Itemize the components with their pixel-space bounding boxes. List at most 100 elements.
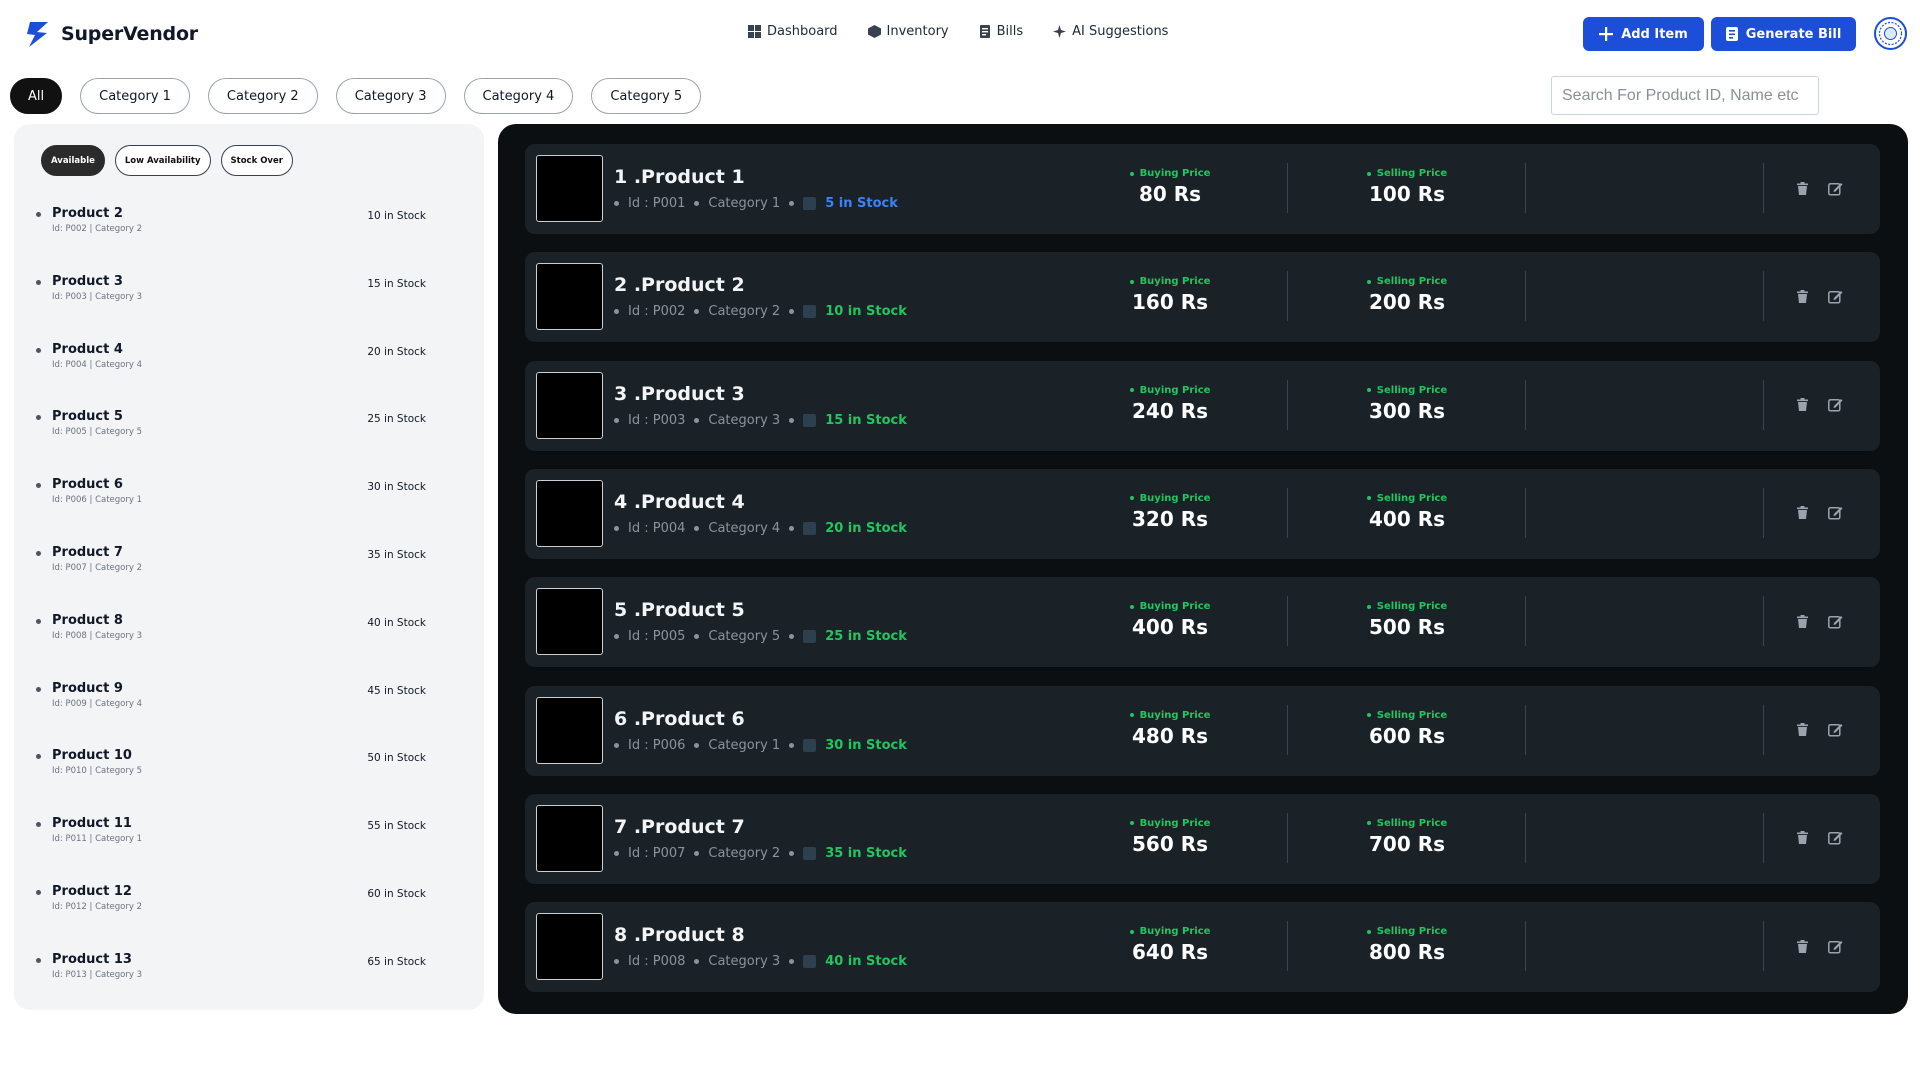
box-icon <box>803 955 817 969</box>
product-meta: Id : P005 Category 5 25 in Stock <box>614 629 907 644</box>
bullet-dot <box>614 201 619 206</box>
buying-price: Buying Price 160 Rs <box>1090 276 1250 314</box>
product-card[interactable]: 7 .Product 7 Id : P007 Category 2 35 in Sto… <box>525 793 1880 884</box>
bills-icon <box>979 25 990 38</box>
list-item[interactable]: Product 4 Id: P004 | Category 4 20 in Stoc… <box>36 340 456 408</box>
list-item[interactable]: Product 3 Id: P003 | Category 3 15 in Stoc… <box>36 272 456 340</box>
generate-bill-button[interactable]: Generate Bill <box>1711 17 1856 51</box>
nav-ai-suggestions[interactable]: AI Suggestions <box>1053 24 1168 39</box>
selling-price-label: Selling Price <box>1327 926 1487 937</box>
stock-item-qty: 25 in Stock <box>367 413 426 426</box>
buying-price-label: Buying Price <box>1090 493 1250 504</box>
divider <box>1525 163 1526 213</box>
stock-item-qty: 30 in Stock <box>367 481 426 494</box>
list-item[interactable]: Product 8 Id: P008 | Category 3 40 in Stoc… <box>36 611 456 679</box>
nav-dashboard[interactable]: Dashboard <box>748 24 838 39</box>
product-image <box>536 371 603 439</box>
filter-available[interactable]: Available <box>41 145 105 176</box>
bullet-dot <box>614 959 619 965</box>
product-category: Category 1 <box>708 737 781 753</box>
product-meta: Id : P004 Category 4 20 in Stock <box>614 521 907 536</box>
bullet-dot <box>694 959 700 965</box>
edit-button[interactable] <box>1825 611 1845 631</box>
delete-button[interactable] <box>1792 611 1812 631</box>
divider <box>1763 812 1764 863</box>
delete-button[interactable] <box>1792 503 1812 523</box>
bullet-dot <box>789 959 795 965</box>
selling-price-value: 500 Rs <box>1368 615 1445 640</box>
product-title: 5 .Product 5 <box>614 599 745 622</box>
product-card[interactable]: 6 .Product 6 Id : P006 Category 1 30 in Sto… <box>525 685 1880 776</box>
delete-button[interactable] <box>1792 828 1812 848</box>
selling-price-value: 300 Rs <box>1368 398 1445 423</box>
edit-button[interactable] <box>1825 503 1845 523</box>
delete-button[interactable] <box>1792 720 1812 740</box>
stock-item-name: Product 10 <box>52 748 132 764</box>
filter-stock-over[interactable]: Stock Over <box>220 145 293 176</box>
list-item[interactable]: Product 5 Id: P005 | Category 5 25 in Stoc… <box>36 407 456 475</box>
avatar[interactable] <box>1874 17 1907 50</box>
edit-button[interactable] <box>1825 178 1845 198</box>
selling-price-label: Selling Price <box>1327 168 1487 179</box>
nav-bills[interactable]: Bills <box>979 24 1023 39</box>
edit-button[interactable] <box>1825 395 1845 415</box>
product-card[interactable]: 3 .Product 3 Id : P003 Category 3 15 in Sto… <box>525 360 1880 451</box>
list-item[interactable]: Product 11 Id: P011 | Category 1 55 in Sto… <box>36 814 456 882</box>
delete-button[interactable] <box>1792 395 1812 415</box>
edit-button[interactable] <box>1825 720 1845 740</box>
category-tab-1[interactable]: Category 1 <box>80 78 190 114</box>
buying-price-label-text: Buying Price <box>1139 817 1211 829</box>
product-card[interactable]: 4 .Product 4 Id : P004 Category 4 20 in Sto… <box>525 468 1880 559</box>
bullet-dot <box>36 618 41 624</box>
product-image <box>536 913 603 981</box>
delete-button[interactable] <box>1792 286 1812 306</box>
delete-button[interactable] <box>1792 936 1812 956</box>
list-item[interactable]: Product 12 Id: P012 | Category 2 60 in Sto… <box>36 882 456 950</box>
list-item[interactable]: Product 10 Id: P010 | Category 5 50 in Sto… <box>36 746 456 814</box>
edit-icon <box>1827 940 1842 954</box>
trash-icon <box>1796 723 1808 736</box>
bullet-dot <box>789 417 795 423</box>
category-tab-3[interactable]: Category 3 <box>335 78 446 114</box>
edit-button[interactable] <box>1825 828 1845 848</box>
list-item[interactable]: Product 13 Id: P013 | Category 3 65 in Sto… <box>36 950 456 1018</box>
buying-price-label: Buying Price <box>1090 818 1250 829</box>
buying-price-label-text: Buying Price <box>1139 276 1211 288</box>
buying-price-label-text: Buying Price <box>1139 384 1211 396</box>
green-dot <box>1129 388 1134 393</box>
stock-item-name: Product 7 <box>52 544 123 560</box>
product-card[interactable]: 5 .Product 5 Id : P005 Category 5 25 in Sto… <box>525 577 1880 668</box>
selling-price-label-text: Selling Price <box>1376 926 1448 938</box>
search-input[interactable] <box>1551 76 1819 115</box>
green-dot <box>1129 713 1134 717</box>
stock-item-meta: Id: P002 | Category 2 <box>52 224 143 234</box>
filter-low-availability[interactable]: Low Availability <box>114 145 211 176</box>
bullet-dot <box>694 417 700 423</box>
category-tab-all[interactable]: All <box>10 78 63 114</box>
list-item[interactable]: Product 6 Id: P006 | Category 1 30 in Stoc… <box>36 475 456 543</box>
category-tab-2[interactable]: Category 2 <box>207 78 318 114</box>
list-item[interactable]: Product 7 Id: P007 | Category 2 35 in Stoc… <box>36 543 456 611</box>
product-card[interactable]: 1 .Product 1 Id : P001 Category 1 5 in Stoc… <box>525 144 1880 234</box>
selling-price-label-text: Selling Price <box>1376 817 1448 829</box>
stock-item-name: Product 12 <box>52 883 132 899</box>
delete-button[interactable] <box>1792 178 1812 198</box>
divider <box>1287 163 1288 213</box>
edit-button[interactable] <box>1825 936 1845 956</box>
divider <box>1525 379 1526 430</box>
list-item[interactable]: Product 9 Id: P009 | Category 4 45 in Stoc… <box>36 679 456 747</box>
selling-price-value: 700 Rs <box>1368 831 1445 856</box>
category-tab-4[interactable]: Category 4 <box>463 78 574 114</box>
edit-button[interactable] <box>1825 286 1845 306</box>
category-tab-5[interactable]: Category 5 <box>591 78 702 114</box>
list-item[interactable]: Product 2 Id: P002 | Category 2 10 in Stoc… <box>36 204 456 272</box>
trash-icon <box>1796 181 1808 195</box>
green-dot <box>1366 713 1371 717</box>
stock-item-name: Product 6 <box>52 477 123 493</box>
product-card[interactable]: 8 .Product 8 Id : P008 Category 3 40 in Sto… <box>525 902 1880 993</box>
nav-inventory[interactable]: Inventory <box>867 24 949 39</box>
brand[interactable]: SuperVendor <box>26 20 198 48</box>
add-item-button[interactable]: Add Item <box>1583 17 1704 51</box>
divider <box>1525 921 1526 972</box>
product-card[interactable]: 2 .Product 2 Id : P002 Category 2 10 in Sto… <box>525 252 1880 343</box>
